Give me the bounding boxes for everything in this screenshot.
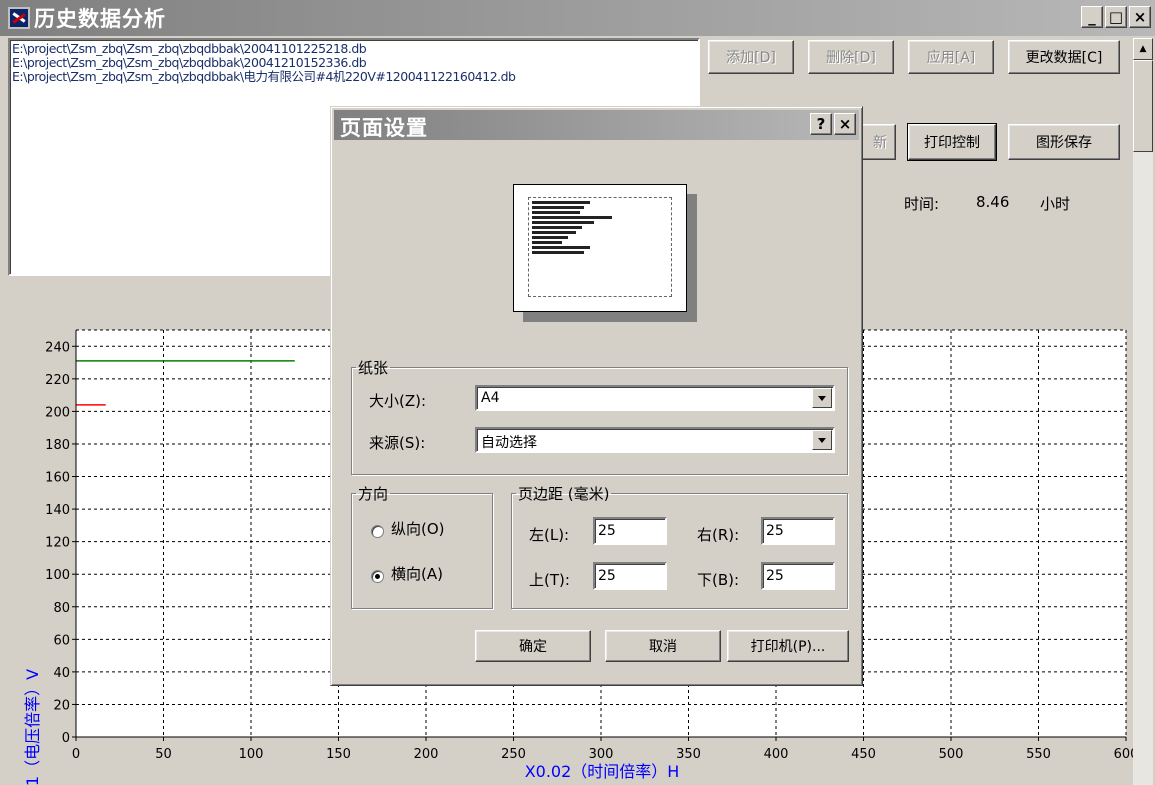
preview-text-lines bbox=[532, 201, 612, 256]
cancel-button[interactable]: 取消 bbox=[605, 630, 721, 662]
bottom-margin-input[interactable]: 25 bbox=[761, 562, 835, 590]
app-icon[interactable] bbox=[8, 7, 30, 29]
size-dropdown[interactable]: A4 bbox=[475, 385, 835, 411]
portrait-label[interactable]: 纵向(O) bbox=[391, 518, 445, 539]
chevron-down-icon[interactable] bbox=[812, 388, 832, 408]
save-graph-button[interactable]: 图形保存 bbox=[1008, 124, 1120, 160]
page-preview bbox=[513, 184, 687, 312]
printer-button[interactable]: 打印机(P)... bbox=[727, 630, 849, 662]
orientation-group: 方向 bbox=[351, 483, 493, 609]
left-margin-input[interactable]: 25 bbox=[593, 517, 667, 545]
y-tick-label: 120 bbox=[45, 536, 70, 551]
x-tick-label: 100 bbox=[239, 747, 264, 762]
x-tick-label: 150 bbox=[326, 747, 351, 762]
y-tick-label: 240 bbox=[45, 340, 70, 355]
y-tick-label: 80 bbox=[53, 601, 70, 616]
y-tick-label: 40 bbox=[53, 666, 70, 681]
apply-button[interactable]: 应用[A] bbox=[908, 40, 994, 74]
y-tick-label: 160 bbox=[45, 471, 70, 486]
print-control-button[interactable]: 打印控制 bbox=[907, 123, 997, 161]
y-axis-label: X1（电压倍率）V bbox=[23, 669, 42, 785]
ok-button[interactable]: 确定 bbox=[475, 630, 591, 662]
size-value: A4 bbox=[481, 390, 500, 406]
y-tick-label: 180 bbox=[45, 438, 70, 453]
help-button[interactable]: ? bbox=[810, 113, 832, 135]
y-tick-label: 220 bbox=[45, 373, 70, 388]
y-tick-label: 200 bbox=[45, 405, 70, 420]
portrait-radio[interactable] bbox=[371, 525, 384, 538]
bottom-margin-label: 下(B): bbox=[697, 571, 740, 589]
landscape-radio[interactable] bbox=[371, 570, 384, 583]
top-margin-input[interactable]: 25 bbox=[593, 562, 667, 590]
x-tick-label: 400 bbox=[764, 747, 789, 762]
right-margin-label: 右(R): bbox=[697, 526, 740, 544]
paper-group: 纸张 bbox=[351, 357, 848, 475]
y-tick-label: 140 bbox=[45, 503, 70, 518]
x-tick-label: 600 bbox=[1114, 747, 1133, 762]
title-bar[interactable]: 历史数据分析 _ □ × bbox=[0, 0, 1155, 36]
window-title: 历史数据分析 bbox=[34, 6, 166, 31]
size-label: 大小(Z): bbox=[369, 392, 427, 410]
scroll-up-arrow-icon[interactable]: ▲ bbox=[1133, 38, 1153, 60]
dialog-title: 页面设置 bbox=[340, 115, 428, 140]
x-tick-label: 450 bbox=[851, 747, 876, 762]
x-tick-label: 350 bbox=[676, 747, 701, 762]
change-data-button[interactable]: 更改数据[C] bbox=[1008, 40, 1120, 74]
source-value: 自动选择 bbox=[481, 435, 537, 451]
x-axis-label: X0.02（时间倍率）H bbox=[525, 762, 680, 781]
x-tick-label: 300 bbox=[589, 747, 614, 762]
time-value: 8.46 bbox=[976, 193, 1010, 211]
scroll-thumb[interactable] bbox=[1133, 60, 1153, 152]
landscape-label[interactable]: 横向(A) bbox=[391, 563, 443, 584]
margins-group-label: 页边距 (毫米) bbox=[518, 485, 610, 503]
main-window: 历史数据分析 _ □ × E:\project\Zsm_zbq\Zsm_zbq\… bbox=[0, 0, 1155, 785]
orientation-group-label: 方向 bbox=[358, 485, 389, 503]
y-tick-label: 0 bbox=[62, 731, 70, 746]
chevron-down-icon[interactable] bbox=[812, 430, 832, 450]
paper-group-label: 纸张 bbox=[358, 359, 389, 377]
y-tick-label: 100 bbox=[45, 568, 70, 583]
vertical-scrollbar[interactable]: ▲ bbox=[1133, 38, 1153, 785]
add-button[interactable]: 添加[D] bbox=[708, 40, 794, 74]
file-item[interactable]: E:\project\Zsm_zbq\Zsm_zbq\zbqdbbak\2004… bbox=[12, 42, 698, 56]
left-margin-label: 左(L): bbox=[529, 526, 570, 544]
margins-group: 页边距 (毫米) bbox=[511, 483, 848, 609]
source-label: 来源(S): bbox=[369, 434, 426, 452]
x-tick-label: 200 bbox=[414, 747, 439, 762]
delete-button[interactable]: 删除[D] bbox=[808, 40, 894, 74]
time-unit: 小时 bbox=[1040, 195, 1071, 213]
file-item[interactable]: E:\project\Zsm_zbq\Zsm_zbq\zbqdbbak\电力有限… bbox=[12, 70, 698, 84]
time-label: 时间: bbox=[904, 195, 940, 213]
y-tick-label: 60 bbox=[53, 633, 70, 648]
right-margin-input[interactable]: 25 bbox=[761, 517, 835, 545]
x-tick-label: 500 bbox=[939, 747, 964, 762]
top-margin-label: 上(T): bbox=[529, 571, 570, 589]
page-setup-dialog: 页面设置 ? × 纸张 大小(Z): A4 来源(S): 自动选择 方向 纵向(… bbox=[330, 106, 863, 686]
dialog-title-bar[interactable]: 页面设置 ? × bbox=[334, 110, 859, 140]
minimize-button[interactable]: _ bbox=[1081, 6, 1103, 28]
dialog-close-button[interactable]: × bbox=[834, 113, 856, 135]
source-dropdown[interactable]: 自动选择 bbox=[475, 427, 835, 453]
file-item[interactable]: E:\project\Zsm_zbq\Zsm_zbq\zbqdbbak\2004… bbox=[12, 56, 698, 70]
close-button[interactable]: × bbox=[1129, 6, 1151, 28]
maximize-button[interactable]: □ bbox=[1105, 6, 1127, 28]
x-tick-label: 0 bbox=[72, 747, 80, 762]
x-tick-label: 550 bbox=[1026, 747, 1051, 762]
x-tick-label: 250 bbox=[501, 747, 526, 762]
x-tick-label: 50 bbox=[155, 747, 172, 762]
y-tick-label: 20 bbox=[53, 698, 70, 713]
preview-margin bbox=[528, 197, 672, 297]
